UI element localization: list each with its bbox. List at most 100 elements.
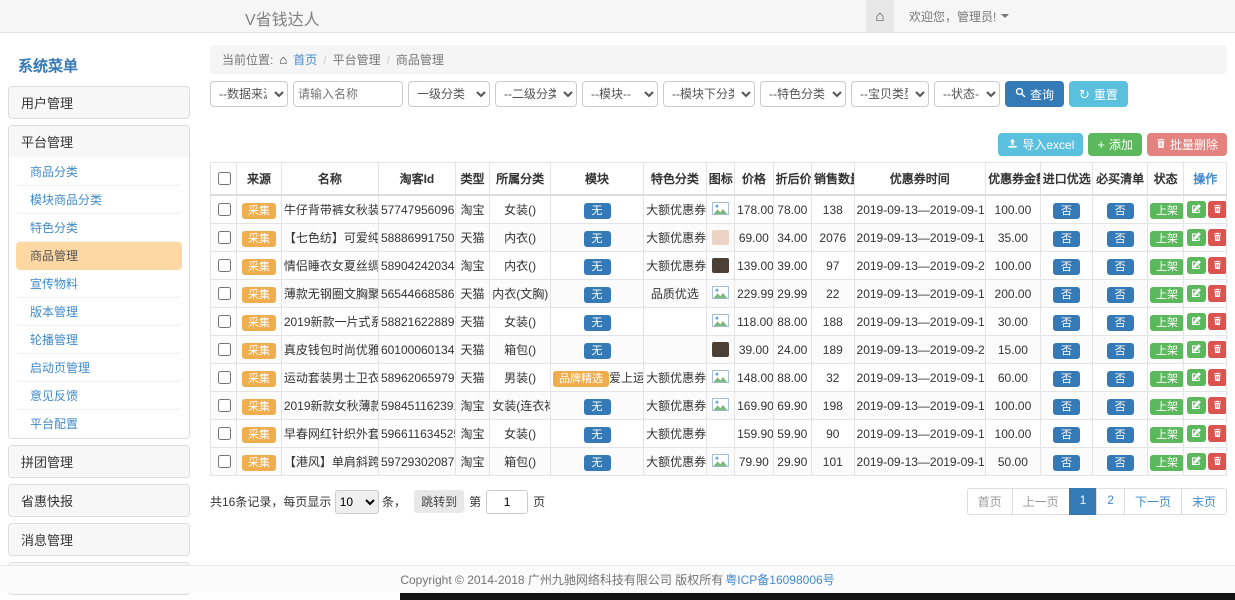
import-excel-button[interactable]: 导入excel xyxy=(998,133,1083,156)
reset-button[interactable]: ↻ 重置 xyxy=(1069,81,1128,107)
sidebar-item[interactable]: 轮播管理 xyxy=(16,326,182,354)
delete-button[interactable] xyxy=(1208,201,1226,218)
status-toggle[interactable]: 上架 xyxy=(1150,231,1184,247)
must-buy-toggle[interactable]: 否 xyxy=(1107,287,1134,303)
jump-page-input[interactable] xyxy=(486,490,528,514)
icp-link[interactable]: 粤ICP备16098006号 xyxy=(725,571,834,588)
edit-button[interactable] xyxy=(1187,397,1206,414)
row-checkbox[interactable] xyxy=(218,315,231,328)
must-buy-toggle[interactable]: 否 xyxy=(1107,399,1134,415)
import-select-toggle[interactable]: 否 xyxy=(1053,427,1080,443)
import-select-toggle[interactable]: 否 xyxy=(1053,343,1080,359)
sidebar-item[interactable]: 商品分类 xyxy=(16,158,182,186)
edit-button[interactable] xyxy=(1187,453,1206,470)
delete-button[interactable] xyxy=(1208,229,1226,246)
sidebar-item[interactable]: 意见反馈 xyxy=(16,382,182,410)
module-select[interactable]: --模块-- xyxy=(582,81,658,107)
row-checkbox[interactable] xyxy=(218,343,231,356)
must-buy-toggle[interactable]: 否 xyxy=(1107,427,1134,443)
sidebar-section-header[interactable]: 消息管理 xyxy=(9,524,189,555)
row-checkbox[interactable] xyxy=(218,259,231,272)
row-checkbox[interactable] xyxy=(218,399,231,412)
user-menu[interactable]: 欢迎您，管理员! xyxy=(909,8,1009,25)
sidebar-section-header[interactable]: 省惠快报 xyxy=(9,485,189,516)
delete-button[interactable] xyxy=(1208,285,1226,302)
delete-button[interactable] xyxy=(1208,369,1226,386)
row-checkbox[interactable] xyxy=(218,287,231,300)
status-toggle[interactable]: 上架 xyxy=(1150,203,1184,219)
import-select-toggle[interactable]: 否 xyxy=(1053,455,1080,471)
sidebar-item[interactable]: 宣传物料 xyxy=(16,270,182,298)
sidebar-section-header[interactable]: 拼团管理 xyxy=(9,446,189,477)
pager-button[interactable]: 末页 xyxy=(1181,488,1227,515)
add-button[interactable]: + 添加 xyxy=(1088,133,1142,156)
sidebar-item[interactable]: 版本管理 xyxy=(16,298,182,326)
status-toggle[interactable]: 上架 xyxy=(1150,371,1184,387)
edit-button[interactable] xyxy=(1187,313,1206,330)
must-buy-toggle[interactable]: 否 xyxy=(1107,231,1134,247)
status-toggle[interactable]: 上架 xyxy=(1150,427,1184,443)
home-button[interactable]: ⌂ xyxy=(866,0,894,32)
module-subcategory-select[interactable]: --模块下分类-- xyxy=(663,81,755,107)
category-level1-select[interactable]: 一级分类 xyxy=(408,81,490,107)
pager-button[interactable]: 首页 xyxy=(967,488,1013,515)
import-select-toggle[interactable]: 否 xyxy=(1053,203,1080,219)
must-buy-toggle[interactable]: 否 xyxy=(1107,371,1134,387)
status-toggle[interactable]: 上架 xyxy=(1150,399,1184,415)
delete-button[interactable] xyxy=(1208,341,1226,358)
sidebar-item[interactable]: 模块商品分类 xyxy=(16,186,182,214)
per-page-select[interactable]: 10 xyxy=(335,490,379,514)
sidebar-item[interactable]: 特色分类 xyxy=(16,214,182,242)
sidebar-section-header[interactable]: 用户管理 xyxy=(9,87,189,118)
batch-delete-button[interactable]: 批量删除 xyxy=(1147,133,1227,156)
import-select-toggle[interactable]: 否 xyxy=(1053,287,1080,303)
status-toggle[interactable]: 上架 xyxy=(1150,455,1184,471)
row-checkbox[interactable] xyxy=(218,231,231,244)
category-level2-select[interactable]: --二级分类-- xyxy=(495,81,577,107)
pager-button[interactable]: 下一页 xyxy=(1124,488,1182,515)
import-select-toggle[interactable]: 否 xyxy=(1053,315,1080,331)
sidebar-item[interactable]: 商品管理 xyxy=(16,242,182,270)
edit-button[interactable] xyxy=(1187,369,1206,386)
sidebar-section-header[interactable]: 平台管理 xyxy=(9,126,189,157)
edit-button[interactable] xyxy=(1187,257,1206,274)
edit-button[interactable] xyxy=(1187,201,1206,218)
delete-button[interactable] xyxy=(1208,257,1226,274)
status-toggle[interactable]: 上架 xyxy=(1150,259,1184,275)
import-select-toggle[interactable]: 否 xyxy=(1053,399,1080,415)
edit-button[interactable] xyxy=(1187,341,1206,358)
row-checkbox[interactable] xyxy=(218,203,231,216)
delete-button[interactable] xyxy=(1208,313,1226,330)
must-buy-toggle[interactable]: 否 xyxy=(1107,203,1134,219)
delete-button[interactable] xyxy=(1208,397,1226,414)
status-toggle[interactable]: 上架 xyxy=(1150,343,1184,359)
status-toggle[interactable]: 上架 xyxy=(1150,315,1184,331)
edit-button[interactable] xyxy=(1187,425,1206,442)
feature-category-select[interactable]: --特色分类-- xyxy=(760,81,846,107)
pager-button[interactable]: 上一页 xyxy=(1012,488,1070,515)
edit-button[interactable] xyxy=(1187,285,1206,302)
import-select-toggle[interactable]: 否 xyxy=(1053,231,1080,247)
import-select-toggle[interactable]: 否 xyxy=(1053,259,1080,275)
pager-button[interactable]: 1 xyxy=(1069,488,1098,515)
search-button[interactable]: 查询 xyxy=(1005,81,1064,107)
must-buy-toggle[interactable]: 否 xyxy=(1107,259,1134,275)
item-type-select[interactable]: --宝贝类型-- xyxy=(851,81,929,107)
sidebar-item[interactable]: 启动页管理 xyxy=(16,354,182,382)
row-checkbox[interactable] xyxy=(218,371,231,384)
row-checkbox[interactable] xyxy=(218,427,231,440)
breadcrumb-home-link[interactable]: 首页 xyxy=(293,51,317,68)
status-select[interactable]: --状态-- xyxy=(934,81,1000,107)
status-toggle[interactable]: 上架 xyxy=(1150,287,1184,303)
must-buy-toggle[interactable]: 否 xyxy=(1107,343,1134,359)
delete-button[interactable] xyxy=(1208,425,1226,442)
pager-button[interactable]: 2 xyxy=(1096,488,1125,515)
delete-button[interactable] xyxy=(1208,453,1226,470)
edit-button[interactable] xyxy=(1187,229,1206,246)
must-buy-toggle[interactable]: 否 xyxy=(1107,455,1134,471)
sidebar-item[interactable]: 平台配置 xyxy=(16,410,182,437)
must-buy-toggle[interactable]: 否 xyxy=(1107,315,1134,331)
search-name-input[interactable] xyxy=(293,81,403,107)
data-source-select[interactable]: --数据来源-- xyxy=(210,81,288,107)
import-select-toggle[interactable]: 否 xyxy=(1053,371,1080,387)
